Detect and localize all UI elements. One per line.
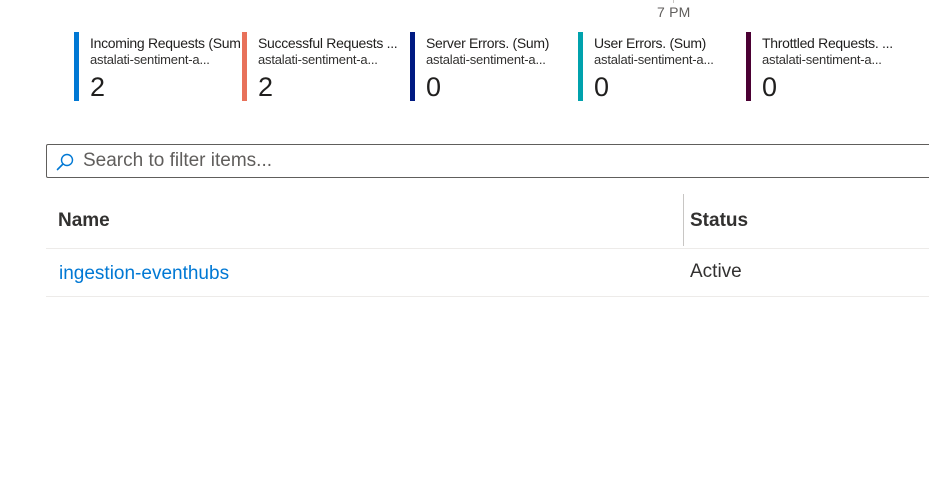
search-input[interactable] (83, 145, 923, 177)
metric-name: Successful Requests ... (258, 35, 398, 51)
row-name-link[interactable]: ingestion-eventhubs (59, 263, 229, 285)
metric-user-errors[interactable]: User Errors. (Sum) astalati-sentiment-a.… (578, 32, 738, 102)
search-box[interactable] (46, 144, 929, 178)
metric-successful-requests[interactable]: Successful Requests ... astalati-sentime… (242, 32, 402, 102)
column-header-name[interactable]: Name (58, 210, 110, 232)
column-resize-handle[interactable] (683, 194, 684, 246)
metric-resource: astalati-sentiment-a... (762, 52, 882, 67)
metric-resource: astalati-sentiment-a... (90, 52, 210, 67)
time-axis-label: 7 PM (657, 4, 691, 20)
metric-value: 2 (258, 72, 274, 102)
metric-incoming-requests[interactable]: Incoming Requests (Sum) astalati-sentime… (74, 32, 240, 102)
metric-name: User Errors. (Sum) (594, 35, 707, 51)
search-icon (56, 153, 74, 171)
column-header-status[interactable]: Status (690, 210, 748, 232)
metric-name: Throttled Requests. ... (762, 35, 893, 51)
metric-value: 0 (762, 72, 778, 102)
metric-name: Server Errors. (Sum) (426, 35, 550, 51)
metric-color-bar (410, 32, 415, 101)
metric-resource: astalati-sentiment-a... (258, 52, 378, 67)
metric-value: 2 (90, 72, 106, 102)
row-status: Active (690, 261, 742, 282)
metric-color-bar (74, 32, 79, 101)
metric-color-bar (578, 32, 583, 101)
metric-value: 0 (594, 72, 610, 102)
metric-name: Incoming Requests (Sum) (90, 35, 240, 51)
metric-resource: astalati-sentiment-a... (594, 52, 714, 67)
metric-throttled-requests[interactable]: Throttled Requests. ... astalati-sentime… (746, 32, 906, 102)
metric-color-bar (242, 32, 247, 101)
grid-header: Name Status (46, 194, 929, 249)
table-row[interactable]: ingestion-eventhubs Active (46, 249, 929, 297)
metric-server-errors[interactable]: Server Errors. (Sum) astalati-sentiment-… (410, 32, 570, 102)
time-axis-tick (673, 0, 674, 3)
metric-color-bar (746, 32, 751, 101)
metric-value: 0 (426, 72, 442, 102)
page: 7 PM Incoming Requests (Sum) astalati-se… (0, 0, 929, 478)
metric-resource: astalati-sentiment-a... (426, 52, 546, 67)
